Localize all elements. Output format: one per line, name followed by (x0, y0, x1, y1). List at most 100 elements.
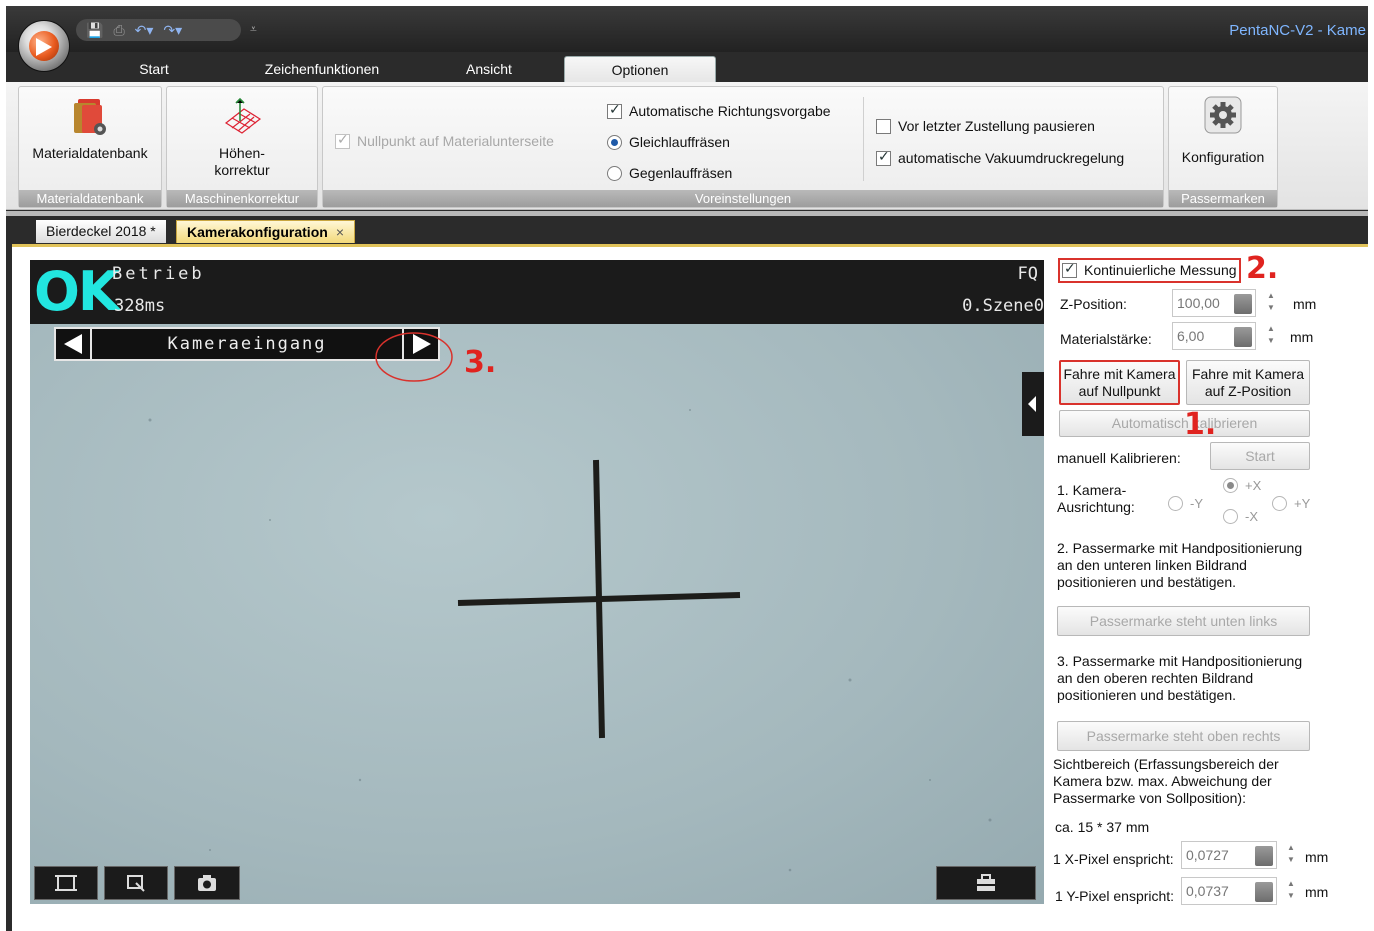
tab-kamerakonfiguration-label: Kamerakonfiguration (187, 224, 328, 240)
group-passermarken: Konfiguration Passermarken (1168, 86, 1278, 208)
scene-text: 0.Szene0 (962, 296, 1044, 316)
y-pixel-unit: mm (1305, 884, 1329, 900)
tab-kamerakonfiguration[interactable]: Kamerakonfiguration × (176, 220, 355, 243)
mode-text: Betrieb (112, 264, 205, 284)
print-icon[interactable]: ⎙ (113, 23, 124, 37)
customize-qat-icon[interactable]: ⩡ (250, 22, 257, 37)
save-icon[interactable]: 💾 (86, 23, 103, 37)
ribbon: Materialdatenbank Materialdatenbank Höhe… (6, 82, 1368, 210)
tab-bierdeckel[interactable]: Bierdeckel 2018 * (36, 220, 166, 243)
materialdatenbank-label: Materialdatenbank (32, 145, 148, 161)
tab-optionen[interactable]: Optionen (564, 56, 716, 82)
x-pixel-stepper[interactable]: ▲ ▼ (1286, 842, 1296, 868)
richtungsvorgabe-checkbox[interactable]: Automatische Richtungsvorgabe (607, 102, 831, 119)
annotation-circle (375, 332, 453, 382)
passermarke-oben-rechts-button[interactable]: Passermarke steht oben rechts (1057, 721, 1310, 751)
gleichlauf-radio[interactable]: Gleichlauffräsen (607, 134, 730, 150)
kontinuierlich-checkbox[interactable]: Kontinuierliche Messung (1062, 261, 1237, 278)
gear-icon (1204, 96, 1242, 134)
previous-input-button[interactable] (56, 329, 92, 359)
z-position-stepper[interactable]: ▲ ▼ (1266, 290, 1276, 316)
camera-input-label: Kameraeingang (167, 334, 327, 354)
toolbox-icon (977, 874, 995, 891)
camera-config-view: OK Betrieb 328ms FQ 0.Szene0 Kameraeinga… (12, 244, 1368, 931)
manuell-kalibrieren-label: manuell Kalibrieren: (1057, 450, 1181, 466)
tab-zeichenfunktionen[interactable]: Zeichenfunktionen (252, 56, 392, 82)
fit-view-button[interactable] (34, 866, 98, 900)
zoom-region-icon (127, 875, 145, 892)
collapse-panel-handle[interactable] (1022, 372, 1044, 436)
arrow-left-icon (64, 334, 82, 354)
group-label-passermarken: Passermarken (1169, 190, 1277, 207)
group-voreinstellungen: Nullpunkt auf Materialunterseite Automat… (322, 86, 1164, 208)
calculator-icon[interactable] (1234, 294, 1252, 314)
group-label-maschinenkorrektur: Maschinenkorrektur (167, 190, 317, 207)
hoehenkorrektur-label: Höhen- korrektur (214, 145, 270, 178)
nullpunkt-checkbox[interactable]: Nullpunkt auf Materialunterseite (335, 132, 554, 149)
application-menu-button[interactable] (18, 20, 70, 72)
radio-plus-x[interactable]: +X (1223, 478, 1261, 493)
group-label-voreinstellungen: Voreinstellungen (323, 190, 1163, 207)
time-text: 328ms (114, 296, 166, 316)
radio-minus-x[interactable]: -X (1223, 509, 1258, 524)
materialstaerke-label: Materialstärke: (1060, 331, 1152, 347)
materialstaerke-unit: mm (1290, 329, 1314, 345)
gegenlauf-radio[interactable]: Gegenlauffräsen (607, 165, 732, 181)
ausrichtung-label: 1. Kamera- Ausrichtung: (1057, 482, 1135, 515)
annotation-1: 1. (1184, 407, 1217, 442)
status-code-text: FQ (1017, 264, 1038, 284)
close-icon[interactable]: × (336, 224, 344, 240)
radio-minus-y[interactable]: -Y (1168, 496, 1203, 511)
undo-icon[interactable]: ↶▾ (135, 23, 154, 37)
materialstaerke-stepper[interactable]: ▲ ▼ (1266, 323, 1276, 349)
settings-panel: Kontinuierliche Messung 2. Z-Position: 1… (1048, 247, 1368, 931)
material-database-icon (74, 99, 106, 135)
step3-instructions: 3. Passermarke mit Handpositionierung an… (1057, 653, 1303, 703)
camera-view[interactable]: OK Betrieb 328ms FQ 0.Szene0 Kameraeinga… (30, 260, 1044, 904)
start-button[interactable]: Start (1210, 442, 1310, 470)
passermarke-unten-links-button[interactable]: Passermarke steht unten links (1057, 606, 1310, 636)
redo-icon[interactable]: ↷▾ (163, 23, 182, 37)
group-label-materialdatenbank: Materialdatenbank (19, 190, 161, 207)
toolbox-button[interactable] (936, 866, 1036, 900)
vakuum-checkbox[interactable]: automatische Vakuumdruckregelung (876, 149, 1124, 166)
konfiguration-button[interactable]: Konfiguration (1169, 87, 1277, 190)
ribbon-tab-row: Start Zeichenfunktionen Ansicht Optionen (6, 52, 1368, 82)
hoehenkorrektur-button[interactable]: Höhen- korrektur (167, 87, 317, 190)
group-divider (863, 97, 864, 181)
calculator-icon[interactable] (1234, 327, 1252, 347)
camera-icon (198, 875, 216, 891)
annotation-3: 3. (464, 345, 497, 380)
group-maschinenkorrektur: Höhen- korrektur Maschinenkorrektur (166, 86, 318, 208)
tab-ansicht[interactable]: Ansicht (454, 56, 524, 82)
annotation-2: 2. (1246, 251, 1279, 286)
tab-start[interactable]: Start (124, 56, 184, 82)
x-pixel-unit: mm (1305, 849, 1329, 865)
height-correction-icon (224, 97, 262, 134)
window-title: PentaNC-V2 - Kame (1229, 22, 1366, 39)
step2-instructions: 2. Passermarke mit Handpositionierung an… (1057, 540, 1303, 590)
calculator-icon[interactable] (1255, 882, 1273, 902)
fahre-z-position-button[interactable]: Fahre mit Kamera auf Z-Position (1186, 360, 1310, 405)
calculator-icon[interactable] (1255, 846, 1273, 866)
zoom-button[interactable] (104, 866, 168, 900)
document-tab-row: Bierdeckel 2018 * Kamerakonfiguration × (6, 211, 1368, 244)
group-materialdatenbank: Materialdatenbank Materialdatenbank (18, 86, 162, 208)
radio-plus-y[interactable]: +Y (1272, 496, 1310, 511)
konfiguration-label: Konfiguration (1181, 149, 1265, 165)
fit-screen-icon (55, 875, 77, 891)
z-position-unit: mm (1293, 296, 1317, 312)
status-ok: OK (34, 260, 120, 323)
fahre-nullpunkt-button[interactable]: Fahre mit Kamera auf Nullpunkt (1059, 360, 1180, 405)
y-pixel-label: 1 Y-Pixel enspricht: (1055, 888, 1175, 904)
quick-access-toolbar: 💾 ⎙ ↶▾ ↷▾ (76, 19, 241, 41)
camera-status-bar: OK Betrieb 328ms FQ 0.Szene0 (30, 260, 1044, 324)
title-bar: 💾 ⎙ ↶▾ ↷▾ ⩡ PentaNC-V2 - Kame (6, 6, 1368, 52)
app-window: 💾 ⎙ ↶▾ ↷▾ ⩡ PentaNC-V2 - Kame Start Zeic… (6, 6, 1368, 931)
sichtbereich-text: Sichtbereich (Erfassungsbereich der Kame… (1053, 756, 1279, 806)
y-pixel-stepper[interactable]: ▲ ▼ (1286, 878, 1296, 904)
materialdatenbank-button[interactable]: Materialdatenbank (19, 87, 161, 190)
pausieren-checkbox[interactable]: Vor letzter Zustellung pausieren (876, 118, 1095, 134)
z-position-label: Z-Position: (1060, 296, 1127, 312)
snapshot-button[interactable] (174, 866, 240, 900)
